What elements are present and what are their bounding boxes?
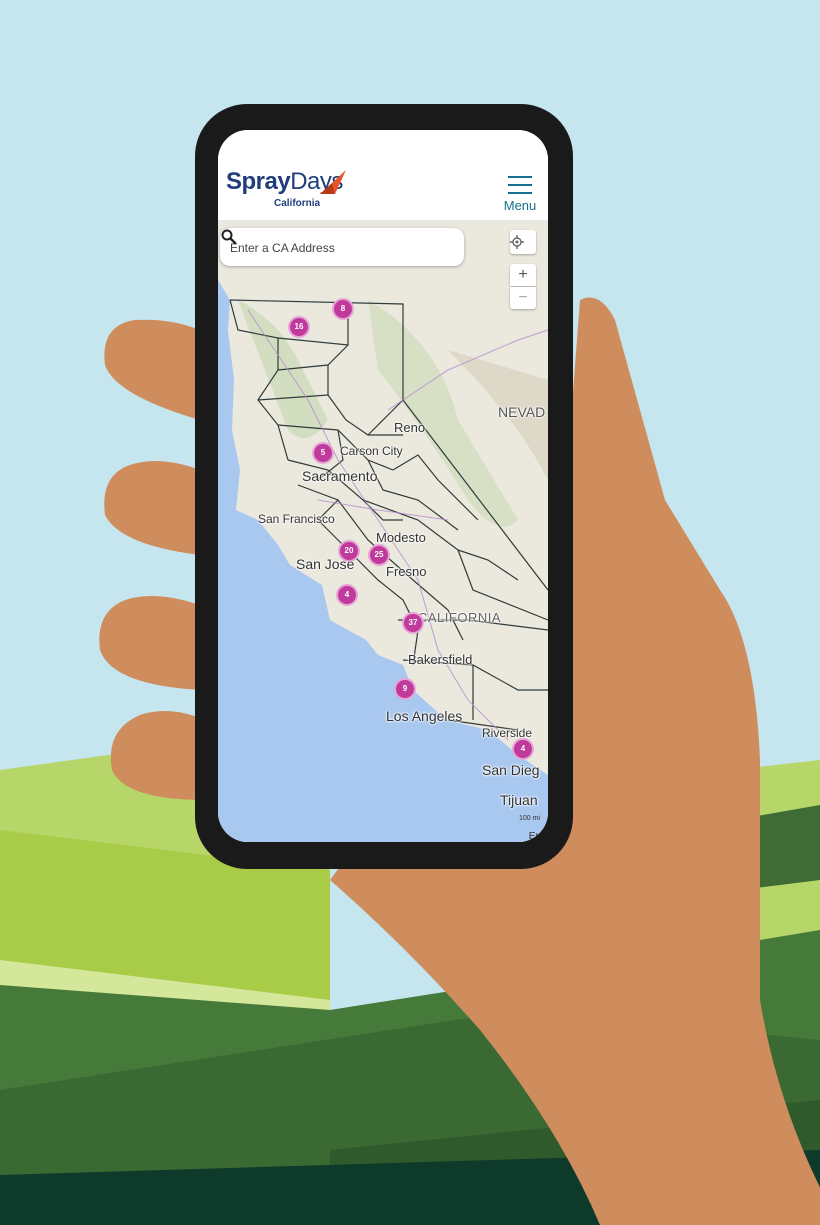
search-icon[interactable] bbox=[220, 228, 238, 246]
map-label-carson-city: Carson City bbox=[340, 444, 403, 458]
hamburger-icon bbox=[500, 176, 540, 194]
map-label-fresno: Fresno bbox=[386, 564, 427, 579]
map-label-bakersfield: Bakersfield bbox=[408, 652, 473, 667]
map-attribution: Ens bbox=[528, 831, 546, 842]
cluster-marker[interactable]: 16 bbox=[288, 316, 310, 338]
app-header: SprayDays California Menu bbox=[218, 130, 548, 221]
cluster-marker[interactable]: 9 bbox=[394, 678, 416, 700]
map-label-los-angeles: Los Angeles bbox=[386, 708, 463, 724]
paper-plane-icon bbox=[320, 170, 346, 194]
map-label-nevada: NEVAD bbox=[498, 404, 546, 420]
map-label-san-francisco: San Francisco bbox=[258, 512, 335, 526]
crosshair-icon bbox=[510, 235, 524, 249]
cluster-marker[interactable]: 4 bbox=[336, 584, 358, 606]
logo-subtitle: California bbox=[274, 198, 321, 209]
address-search-box bbox=[220, 228, 464, 268]
cluster-marker[interactable]: 5 bbox=[312, 442, 334, 464]
map-label-tijuana: Tijuan bbox=[500, 792, 538, 808]
zoom-out-button[interactable]: − bbox=[510, 287, 536, 309]
map-label-modesto: Modesto bbox=[376, 530, 426, 545]
map-label-california: CALIFORNIA bbox=[418, 610, 502, 625]
cluster-marker[interactable]: 8 bbox=[332, 298, 354, 320]
map-label-reno: Reno bbox=[394, 420, 426, 435]
address-search-input[interactable] bbox=[228, 228, 432, 268]
menu-button[interactable]: Menu bbox=[500, 174, 540, 214]
cluster-marker[interactable]: 25 bbox=[368, 544, 390, 566]
map[interactable]: + − NEVAD Reno Carson City Sacramento Sa… bbox=[218, 220, 548, 842]
cluster-marker[interactable]: 37 bbox=[402, 612, 424, 634]
map-scale: 100 mi bbox=[518, 815, 540, 822]
cluster-marker[interactable]: 20 bbox=[338, 540, 360, 562]
phone-screen: SprayDays California Menu Enter a CA Add… bbox=[218, 130, 548, 842]
map-label-san-diego: San Dieg bbox=[482, 762, 540, 778]
zoom-in-button[interactable]: + bbox=[510, 264, 536, 286]
spraydays-logo[interactable]: SprayDays California bbox=[226, 168, 356, 216]
logo-word-spray: Spray bbox=[226, 168, 291, 195]
cluster-marker[interactable]: 4 bbox=[512, 738, 534, 760]
locate-button[interactable] bbox=[510, 230, 536, 254]
map-label-sacramento: Sacramento bbox=[302, 468, 378, 484]
menu-label: Menu bbox=[503, 198, 537, 213]
